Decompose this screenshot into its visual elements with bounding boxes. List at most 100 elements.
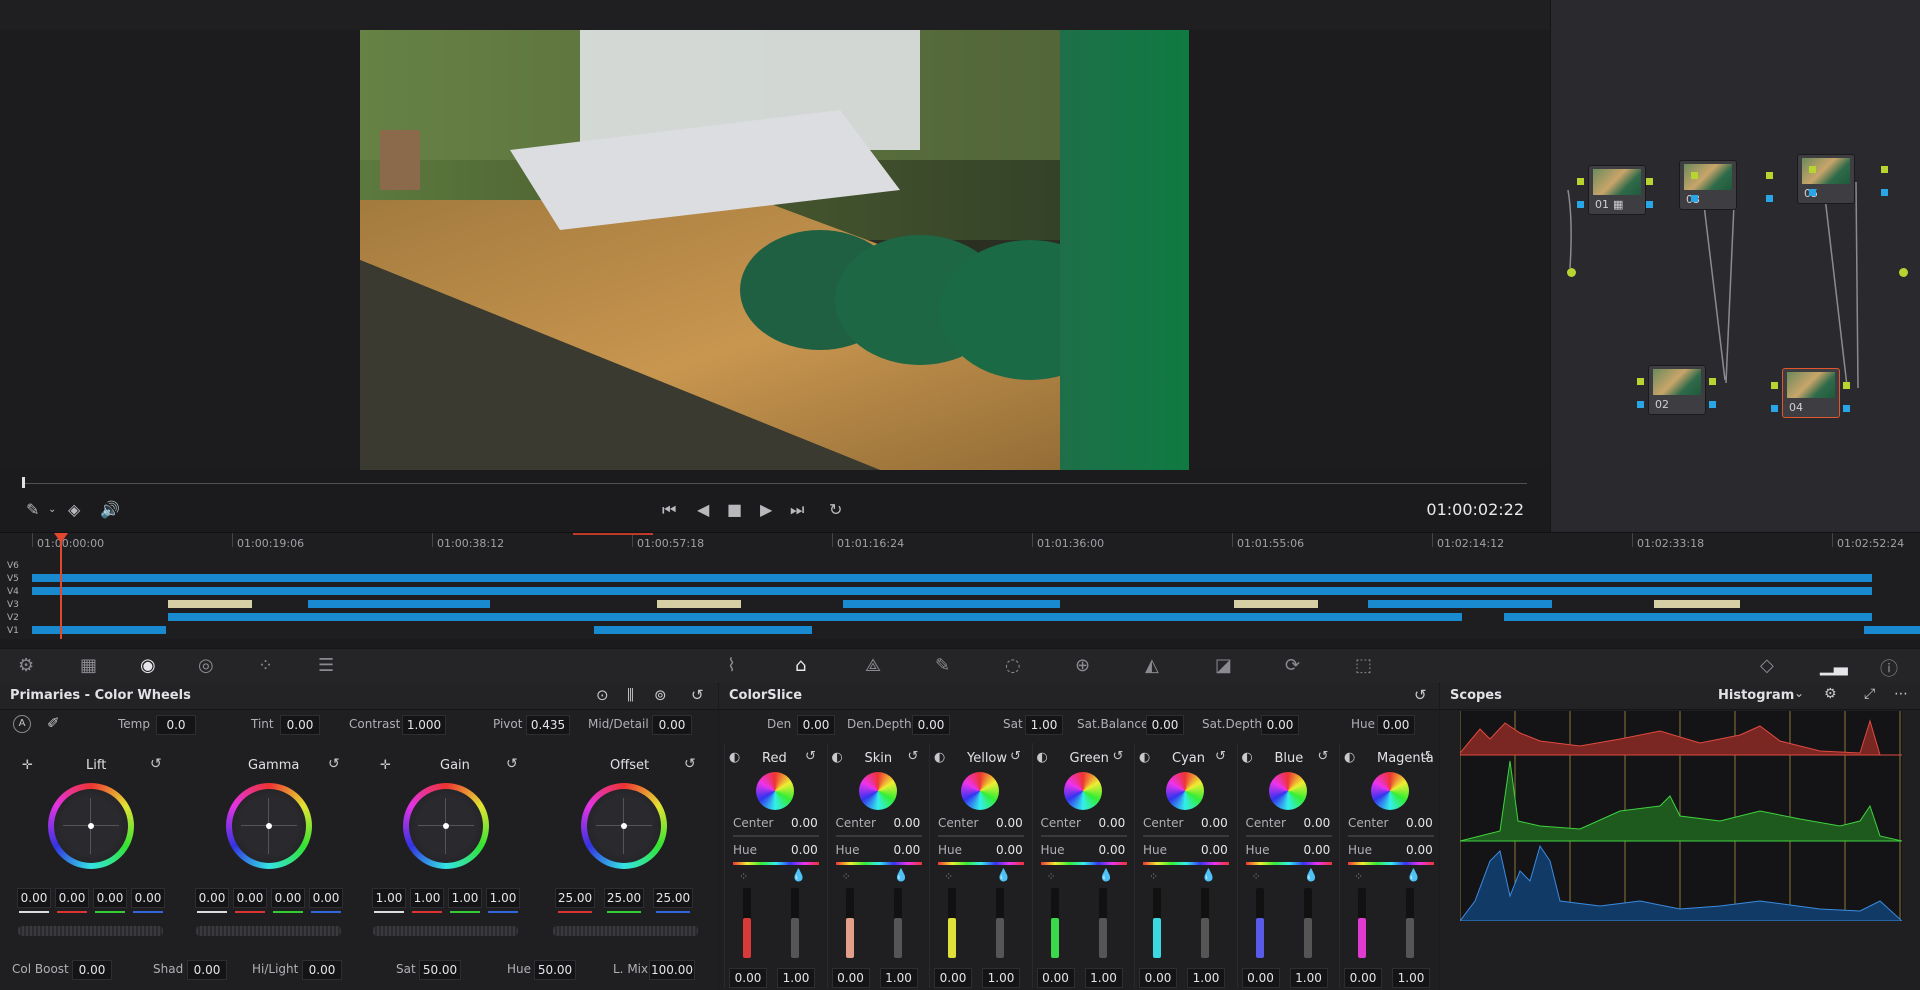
node-input-pin[interactable] xyxy=(1809,166,1816,173)
speaker-icon[interactable]: 🔊 xyxy=(100,495,120,525)
reset-icon[interactable]: ↺ xyxy=(684,756,696,772)
half-circle-icon[interactable]: ◐ xyxy=(832,750,843,765)
node-input-pin[interactable] xyxy=(1691,172,1698,179)
sat-field[interactable]: 50.00 xyxy=(419,960,461,980)
node-01[interactable]: 01 ▦ xyxy=(1588,165,1646,215)
color-wheels-icon[interactable]: ◉ xyxy=(140,655,156,676)
node-input-pin[interactable] xyxy=(1771,405,1778,412)
half-circle-icon[interactable]: ◐ xyxy=(1037,750,1048,765)
node-input-pin[interactable] xyxy=(1637,401,1644,408)
scope-mode-dropdown[interactable]: Histogram xyxy=(1718,688,1794,703)
hue-value[interactable]: 0.00 xyxy=(996,843,1023,857)
timeline-clip[interactable] xyxy=(32,574,1872,582)
stop-icon[interactable]: ■ xyxy=(727,495,742,525)
pivot-field[interactable]: 0.435 xyxy=(526,715,570,735)
node-05[interactable]: 05 xyxy=(1797,154,1855,204)
node-03[interactable]: 03 xyxy=(1679,160,1737,210)
saturation-slider[interactable] xyxy=(1303,888,1312,958)
scrub-handle[interactable] xyxy=(22,477,25,488)
node-output-pin[interactable] xyxy=(1843,405,1850,412)
density-slider[interactable] xyxy=(1050,888,1059,958)
hue-slider[interactable] xyxy=(733,862,819,865)
timeline-clip[interactable] xyxy=(594,626,812,634)
offset-master-slider[interactable] xyxy=(553,926,698,936)
half-circle-icon[interactable]: ◐ xyxy=(1242,750,1253,765)
hue-value[interactable]: 0.00 xyxy=(1099,843,1126,857)
center-slider[interactable] xyxy=(938,835,1024,837)
node-input-pin[interactable] xyxy=(1577,201,1584,208)
lift-wheel[interactable] xyxy=(48,783,134,869)
info-icon[interactable]: ⓘ xyxy=(1880,655,1898,681)
lift-b-field[interactable]: 0.00 xyxy=(131,888,165,908)
slice-color-wheel[interactable] xyxy=(1371,772,1409,810)
hue-value[interactable]: 0.00 xyxy=(791,843,818,857)
source-input-pin[interactable] xyxy=(1567,268,1576,277)
gamma-wheel[interactable] xyxy=(226,783,312,869)
timeline-clip[interactable] xyxy=(657,600,741,608)
saturation-slider[interactable] xyxy=(996,888,1004,958)
gamma-y-field[interactable]: 0.00 xyxy=(195,888,229,908)
temp-field[interactable]: 0.0 xyxy=(156,715,196,735)
timeline-clip[interactable] xyxy=(308,600,490,608)
half-circle-icon[interactable]: ◐ xyxy=(729,750,740,765)
sat-depth-field[interactable]: 0.00 xyxy=(1261,715,1299,735)
timeline-clip[interactable] xyxy=(32,626,166,634)
node-output-pin[interactable] xyxy=(1709,401,1716,408)
offset-b-field[interactable]: 25.00 xyxy=(653,888,693,908)
reset-icon[interactable]: ↺ xyxy=(805,749,816,764)
key-icon[interactable]: ⟳ xyxy=(1285,655,1300,676)
saturation-slider[interactable] xyxy=(791,888,799,958)
reset-icon[interactable]: ↺ xyxy=(1215,749,1226,764)
colorslice-icon[interactable]: ⌂ xyxy=(795,655,806,676)
node-output-pin[interactable] xyxy=(1646,201,1653,208)
center-value[interactable]: 0.00 xyxy=(1099,816,1126,830)
density-slider[interactable] xyxy=(1358,888,1366,958)
center-value[interactable]: 0.00 xyxy=(1304,816,1331,830)
mini-timeline[interactable]: 01:00:00:00 01:00:19:06 01:00:38:12 01:0… xyxy=(0,532,1920,639)
node-output-pin[interactable] xyxy=(1881,166,1888,173)
reset-icon[interactable]: ↺ xyxy=(1113,749,1124,764)
density-slider[interactable] xyxy=(1255,888,1264,958)
chevron-down-icon[interactable]: ⌄ xyxy=(48,495,56,525)
node-output-pin[interactable] xyxy=(1766,195,1773,202)
log-mode-icon[interactable]: ⊚ xyxy=(654,686,667,704)
timeline-clip[interactable] xyxy=(1864,626,1920,634)
rgb-mixer-icon[interactable]: ⁘ xyxy=(258,655,273,676)
saturation-field[interactable]: 1.00 xyxy=(777,968,815,988)
timeline-clip[interactable] xyxy=(1504,613,1872,621)
gain-g-field[interactable]: 1.00 xyxy=(448,888,482,908)
saturation-field[interactable]: 1.00 xyxy=(1084,968,1123,988)
reset-icon[interactable]: ↺ xyxy=(908,749,919,764)
lift-g-field[interactable]: 0.00 xyxy=(93,888,127,908)
center-value[interactable]: 0.00 xyxy=(894,816,921,830)
reset-icon[interactable]: ↺ xyxy=(1010,749,1021,764)
slice-color-wheel[interactable] xyxy=(1268,772,1307,810)
slice-color-wheel[interactable] xyxy=(1166,772,1204,810)
node-input-pin[interactable] xyxy=(1771,382,1778,389)
col-boost-field[interactable]: 0.00 xyxy=(72,960,112,980)
gamma-b-field[interactable]: 0.00 xyxy=(309,888,343,908)
gamma-master-slider[interactable] xyxy=(196,926,341,936)
crosshair-icon[interactable]: ✛ xyxy=(380,758,391,773)
gain-b-field[interactable]: 1.00 xyxy=(486,888,520,908)
eyedropper-icon[interactable]: ✐ xyxy=(47,714,60,732)
curves-icon[interactable]: ⌇ xyxy=(727,655,736,676)
density-field[interactable]: 0.00 xyxy=(1139,968,1177,988)
chevron-down-icon[interactable]: ⌄ xyxy=(1794,686,1804,700)
center-slider[interactable] xyxy=(733,835,819,837)
gamma-r-field[interactable]: 0.00 xyxy=(233,888,267,908)
more-icon[interactable]: ⋯ xyxy=(1894,686,1908,702)
keyframes-icon[interactable]: ◇ xyxy=(1760,655,1774,676)
saturation-field[interactable]: 1.00 xyxy=(982,968,1020,988)
den-field[interactable]: 0.00 xyxy=(797,715,835,735)
offset-wheel[interactable] xyxy=(581,783,667,869)
hue-field[interactable]: 0.00 xyxy=(1377,715,1415,735)
saturation-slider[interactable] xyxy=(1098,888,1107,958)
density-field[interactable]: 0.00 xyxy=(1344,968,1382,988)
hue-slider[interactable] xyxy=(938,862,1024,865)
layers-icon[interactable]: ◈ xyxy=(68,495,80,525)
center-slider[interactable] xyxy=(1040,835,1127,837)
slice-color-wheel[interactable] xyxy=(1063,772,1102,810)
mid-detail-field[interactable]: 0.00 xyxy=(652,715,692,735)
density-slider[interactable] xyxy=(743,888,751,958)
